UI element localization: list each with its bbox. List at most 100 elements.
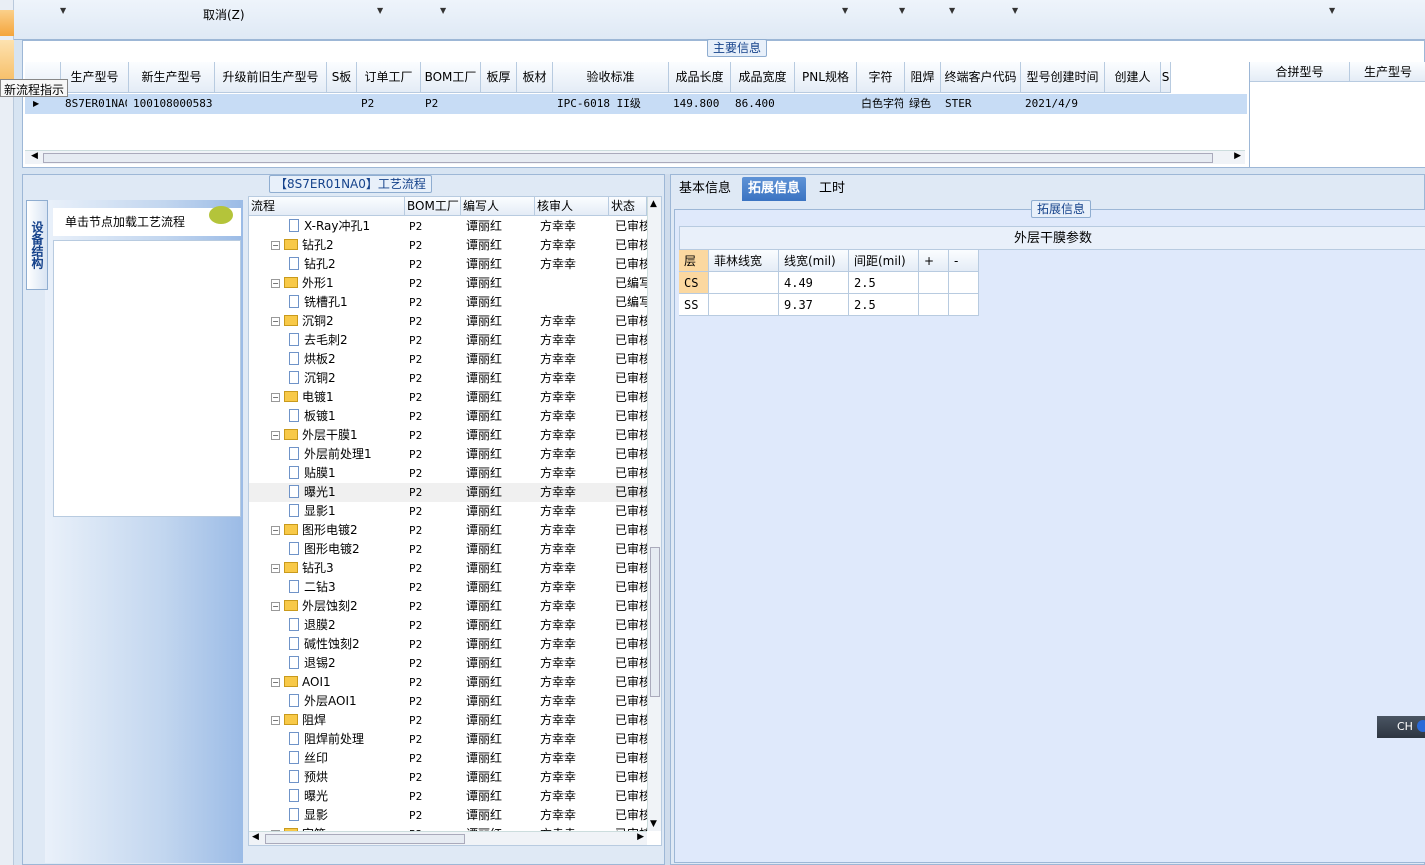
scrollbar-thumb[interactable] — [43, 153, 1213, 163]
column-header[interactable]: 编写人 — [461, 197, 535, 216]
tree-row[interactable]: − 电镀1 P2 谭丽红 方幸幸 已审核 — [249, 388, 647, 407]
column-header[interactable]: 层 — [679, 250, 709, 272]
vertical-scrollbar[interactable]: ▲ ▼ — [647, 197, 661, 831]
param-cell[interactable] — [949, 272, 979, 294]
tree-row[interactable]: 曝光1 P2 谭丽红 方幸幸 已审核 — [249, 483, 647, 502]
tree-node[interactable]: − 外层蚀刻2 — [271, 597, 358, 616]
tree-node[interactable]: 板镀1 — [289, 407, 336, 426]
param-cell[interactable] — [709, 294, 779, 316]
param-cell[interactable]: 4.49 — [779, 272, 849, 294]
tree-row[interactable]: 烘板2 P2 谭丽红 方幸幸 已审核 — [249, 350, 647, 369]
tree-node[interactable]: 烘板2 — [289, 350, 336, 369]
tree-node[interactable]: 碱性蚀刻2 — [289, 635, 360, 654]
tree-row[interactable]: 去毛刺2 P2 谭丽红 方幸幸 已审核 — [249, 331, 647, 350]
ime-indicator[interactable]: CH — [1377, 716, 1425, 738]
tree-node[interactable]: 曝光1 — [289, 483, 336, 502]
table-cell[interactable]: STER — [945, 96, 1019, 112]
collapse-icon[interactable]: − — [271, 602, 280, 611]
column-header[interactable]: 型号创建时间 — [1021, 62, 1105, 93]
table-cell[interactable] — [521, 96, 551, 112]
tree-node[interactable]: 外层AOI1 — [289, 692, 357, 711]
tree-row[interactable]: 显影 P2 谭丽红 方幸幸 已审核 — [249, 806, 647, 825]
column-header[interactable]: 合拼型号 — [1250, 62, 1350, 82]
collapse-icon[interactable]: − — [271, 431, 280, 440]
column-header[interactable]: 状态 — [609, 197, 647, 216]
collapse-icon[interactable]: − — [271, 241, 280, 250]
table-cell[interactable]: P2 — [361, 96, 419, 112]
tree-row[interactable]: X-Ray冲孔1 P2 谭丽红 方幸幸 已审核 — [249, 217, 647, 236]
column-header[interactable]: 终端客户代码 — [941, 62, 1021, 93]
column-header[interactable]: 创建人 — [1105, 62, 1161, 93]
tree-node[interactable]: X-Ray冲孔1 — [289, 217, 370, 236]
column-header[interactable]: 线宽(mil) — [779, 250, 849, 272]
scroll-right-icon[interactable]: ▶ — [637, 832, 644, 842]
tree-node[interactable]: − 外层干膜1 — [271, 426, 358, 445]
scroll-right-icon[interactable]: ▶ — [1234, 151, 1241, 161]
column-header[interactable]: S板 — [327, 62, 357, 93]
tree-node[interactable]: 丝印 — [289, 749, 328, 768]
tree-row[interactable]: 丝印 P2 谭丽红 方幸幸 已审核 — [249, 749, 647, 768]
tree-row[interactable]: − 外形1 P2 谭丽红 已编写 — [249, 274, 647, 293]
dropdown-arrow-icon[interactable]: ▼ — [1012, 6, 1018, 15]
param-cell[interactable] — [709, 272, 779, 294]
scroll-up-icon[interactable]: ▲ — [650, 199, 657, 209]
tree-row[interactable]: 退锡2 P2 谭丽红 方幸幸 已审核 — [249, 654, 647, 673]
tree-row[interactable]: 外层AOI1 P2 谭丽红 方幸幸 已审核 — [249, 692, 647, 711]
column-header[interactable]: 字符 — [857, 62, 905, 93]
param-cell[interactable]: 2.5 — [849, 272, 919, 294]
dropdown-arrow-icon[interactable]: ▼ — [60, 6, 66, 15]
collapse-icon[interactable]: − — [271, 317, 280, 326]
tree-row[interactable]: 预烘 P2 谭丽红 方幸幸 已审核 — [249, 768, 647, 787]
param-cell[interactable]: SS — [679, 294, 709, 316]
collapse-icon[interactable]: − — [271, 564, 280, 573]
table-cell[interactable]: 10010800058315 — [133, 96, 213, 112]
tree-row[interactable]: 退膜2 P2 谭丽红 方幸幸 已审核 — [249, 616, 647, 635]
tree-row[interactable]: 显影1 P2 谭丽红 方幸幸 已审核 — [249, 502, 647, 521]
tree-node[interactable]: 铣槽孔1 — [289, 293, 348, 312]
collapse-icon[interactable]: − — [271, 678, 280, 687]
table-cell[interactable]: 白色字符 — [861, 96, 903, 112]
tree-node[interactable]: − 外形1 — [271, 274, 334, 293]
tree-row[interactable]: 贴膜1 P2 谭丽红 方幸幸 已审核 — [249, 464, 647, 483]
tree-row[interactable]: 曝光 P2 谭丽红 方幸幸 已审核 — [249, 787, 647, 806]
param-cell[interactable] — [949, 294, 979, 316]
column-header[interactable]: 核审人 — [535, 197, 609, 216]
table-cell[interactable]: 2021/4/9 — [1025, 96, 1103, 112]
tree-node[interactable]: − 阻焊 — [271, 711, 326, 730]
dropdown-arrow-icon[interactable]: ▼ — [377, 6, 383, 15]
nav-highlight[interactable] — [0, 10, 14, 36]
dropdown-arrow-icon[interactable]: ▼ — [440, 6, 446, 15]
tree-row[interactable]: − 外层干膜1 P2 谭丽红 方幸幸 已审核 — [249, 426, 647, 445]
column-header[interactable]: 新生产型号 — [129, 62, 215, 93]
tree-row[interactable]: − 阻焊 P2 谭丽红 方幸幸 已审核 — [249, 711, 647, 730]
tree-row[interactable]: 板镀1 P2 谭丽红 方幸幸 已审核 — [249, 407, 647, 426]
column-header[interactable]: 生产型号 — [1350, 62, 1425, 82]
scrollbar-thumb[interactable] — [650, 547, 660, 697]
param-cell[interactable]: 2.5 — [849, 294, 919, 316]
param-cell[interactable]: 9.37 — [779, 294, 849, 316]
table-cell[interactable]: P2 — [425, 96, 479, 112]
tree-node[interactable]: − AOI1 — [271, 673, 331, 692]
column-header[interactable]: 订单工厂 — [357, 62, 421, 93]
tree-row[interactable]: 沉铜2 P2 谭丽红 方幸幸 已审核 — [249, 369, 647, 388]
tree-node[interactable]: 贴膜1 — [289, 464, 336, 483]
tree-node[interactable]: 钻孔2 — [289, 255, 336, 274]
column-header[interactable]: S — [1161, 62, 1171, 93]
left-nav-strip[interactable] — [0, 0, 14, 865]
tree-node[interactable]: − 图形电镀2 — [271, 521, 358, 540]
table-cell[interactable]: 绿色 — [909, 96, 939, 112]
column-header[interactable]: 成品长度 — [669, 62, 731, 93]
nav-highlight[interactable] — [0, 40, 14, 80]
column-header[interactable]: 生产型号 — [61, 62, 129, 93]
tree-node[interactable]: − 钻孔2 — [271, 236, 334, 255]
table-cell[interactable] — [799, 96, 855, 112]
tree-node[interactable]: 二钻3 — [289, 578, 336, 597]
scrollbar-thumb[interactable] — [265, 834, 465, 844]
tab-work-hours[interactable]: 工时 — [813, 177, 851, 201]
tree-node[interactable]: − 沉铜2 — [271, 312, 334, 331]
column-header[interactable]: 成品宽度 — [731, 62, 795, 93]
column-header[interactable]: BOM工厂 — [405, 197, 461, 216]
tree-node[interactable]: − 钻孔3 — [271, 559, 334, 578]
tab-extended-info[interactable]: 拓展信息 — [742, 177, 807, 201]
dropdown-arrow-icon[interactable]: ▼ — [949, 6, 955, 15]
